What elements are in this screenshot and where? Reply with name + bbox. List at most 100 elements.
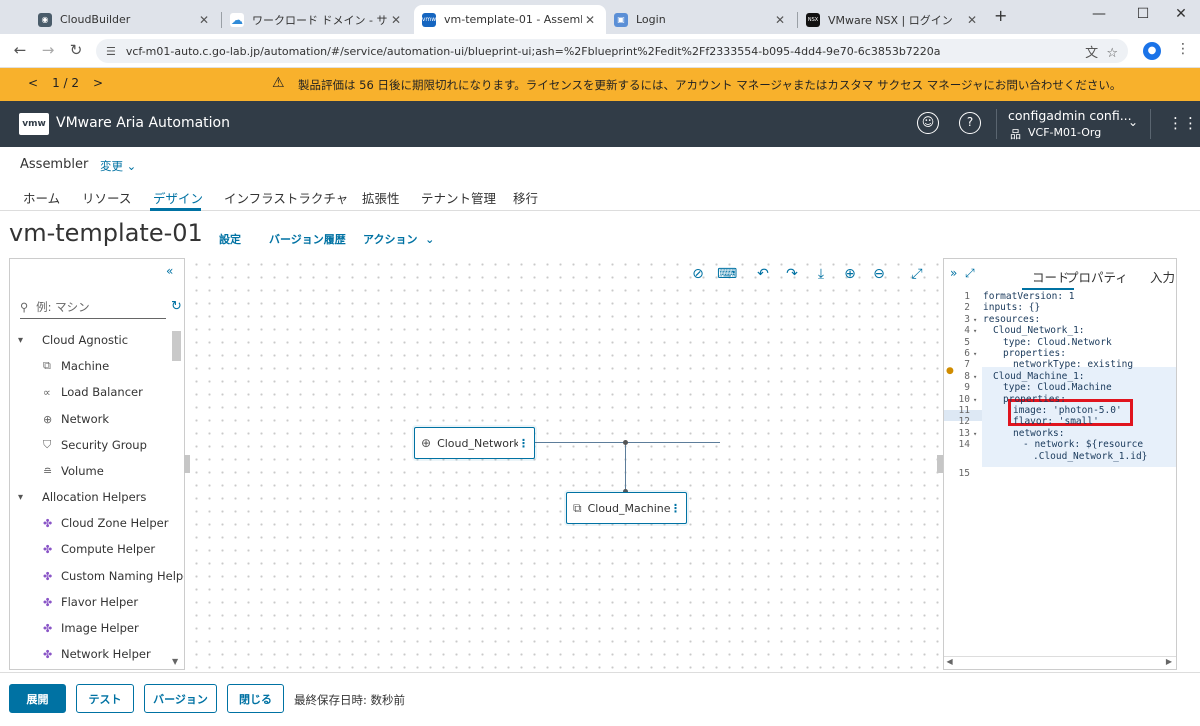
tab-design[interactable]: デザイン	[153, 188, 203, 207]
settings-link[interactable]: 設定	[219, 231, 241, 247]
category-allocation-helpers[interactable]: ▾ Allocation Helpers	[18, 487, 146, 507]
fold-chevron-icon[interactable]: ▾	[973, 373, 983, 381]
new-tab-button[interactable]: +	[994, 6, 1007, 25]
code-line[interactable]: 5 type: Cloud.Network	[944, 337, 1176, 349]
tab-migration[interactable]: 移行	[513, 188, 538, 207]
fold-chevron-icon[interactable]: ▾	[973, 430, 983, 438]
palette-item-security-group[interactable]: ⛉ Security Group	[43, 435, 147, 455]
code-line[interactable]: .Cloud_Network_1.id}	[944, 451, 1176, 463]
close-icon[interactable]: ✕	[964, 13, 980, 27]
test-button[interactable]: テスト	[76, 684, 134, 713]
close-icon[interactable]: ✕	[388, 13, 404, 27]
change-service-link[interactable]: 変更 ⌄	[100, 158, 136, 174]
node-menu-icon[interactable]: ⋮	[518, 437, 529, 450]
zoom-in-icon[interactable]: ⊕	[840, 266, 860, 282]
close-icon[interactable]: ✕	[582, 13, 598, 27]
palette-item-network[interactable]: ⊕ Network	[43, 409, 109, 429]
close-icon[interactable]: ✕	[196, 13, 212, 27]
deploy-button[interactable]: 展開	[9, 684, 66, 713]
palette-item-machine[interactable]: ⧉ Machine	[43, 356, 109, 376]
minimize-window-icon[interactable]: —	[1084, 6, 1114, 22]
user-name[interactable]: configadmin confi...	[1008, 108, 1132, 123]
code-line[interactable]: 13 ▾ networks:	[944, 428, 1176, 440]
feedback-smiley-icon[interactable]: ☺	[917, 112, 939, 134]
code-line[interactable]: 11 image: 'photon-5.0'	[944, 405, 1176, 417]
zoom-out-icon[interactable]: ⊖	[869, 266, 889, 282]
keyboard-icon[interactable]: ⌨	[717, 266, 737, 282]
palette-search-input[interactable]: ⚲ 例: マシン	[20, 299, 166, 319]
canvas-node-cloud-machine[interactable]: ⧉ Cloud_Machine_1 ⋮	[566, 492, 687, 524]
code-line[interactable]: 14 - network: ${resource	[944, 439, 1176, 451]
code-line[interactable]: 8 ▾ Cloud_Machine_1:	[944, 371, 1176, 383]
palette-item-image-helper[interactable]: ✤ Image Helper	[43, 618, 139, 638]
tab-home[interactable]: ホーム	[23, 188, 60, 207]
browser-tab-cloudbuilder[interactable]: ◉ CloudBuilder ✕	[30, 5, 220, 34]
code-line[interactable]: 10 ▾ properties:	[944, 394, 1176, 406]
profile-avatar-icon[interactable]: ●	[1143, 42, 1161, 60]
canvas-node-cloud-network[interactable]: ⊕ Cloud_Network_1 ⋮	[414, 427, 535, 459]
palette-item-volume[interactable]: ≘ Volume	[43, 461, 104, 481]
site-settings-icon[interactable]: ☰	[106, 45, 116, 58]
expand-panel-icons[interactable]: » ⤢	[950, 266, 975, 281]
palette-item-compute-helper[interactable]: ✤ Compute Helper	[43, 539, 155, 559]
banner-prev-button[interactable]: <	[28, 76, 38, 90]
code-line[interactable]: 7 networkType: existing	[944, 359, 1176, 371]
browser-tab-assembler[interactable]: vmw vm-template-01 - Assembler ✕	[414, 5, 606, 34]
redo-icon[interactable]: ↷	[782, 266, 802, 282]
translate-and-bookmark-icons[interactable]: 文 ☆	[1085, 42, 1118, 61]
version-button[interactable]: バージョン	[144, 684, 217, 713]
hide-connections-icon[interactable]: ⊘	[688, 266, 708, 282]
browser-tab-workload-domain[interactable]: ☁ ワークロード ドメイン - サマリ ✕	[222, 5, 412, 34]
category-cloud-agnostic[interactable]: ▾ Cloud Agnostic	[18, 330, 128, 350]
palette-item-load-balancer[interactable]: ∝ Load Balancer	[43, 382, 143, 402]
tab-extensibility[interactable]: 拡張性	[362, 188, 400, 207]
code-line[interactable]: 9 type: Cloud.Machine	[944, 382, 1176, 394]
close-icon[interactable]: ✕	[772, 13, 788, 27]
undo-icon[interactable]: ↶	[753, 266, 773, 282]
node-menu-icon[interactable]: ⋮	[670, 502, 681, 515]
app-launcher-grid-icon[interactable]: ⋮⋮⋮	[1168, 114, 1200, 132]
palette-item-flavor-helper[interactable]: ✤ Flavor Helper	[43, 592, 138, 612]
code-line[interactable]: 2 inputs: {}	[944, 302, 1176, 314]
forward-arrow-icon[interactable]: →	[38, 41, 58, 59]
tab-code[interactable]: コード	[1032, 267, 1070, 286]
design-canvas[interactable]: ⊘ ⌨ ↶ ↷ ⤓ ⊕ ⊖ ⤢ ⊕ Cloud_Network_1 ⋮ ⧉ Cl…	[190, 258, 939, 670]
expand-canvas-icon[interactable]: ⤢	[907, 266, 927, 282]
tab-properties[interactable]: プロパティ	[1066, 267, 1128, 286]
fold-chevron-icon[interactable]: ▾	[973, 396, 983, 404]
close-window-icon[interactable]: ✕	[1166, 6, 1196, 22]
tab-infrastructure[interactable]: インフラストラクチャ	[224, 188, 348, 207]
code-line[interactable]: 3 ▾ resources:	[944, 314, 1176, 326]
url-field[interactable]: ☰ vcf-m01-auto.c.go-lab.jp/automation/#/…	[96, 39, 1128, 63]
palette-scrollbar-thumb[interactable]	[172, 331, 181, 361]
collapse-panel-icon[interactable]: «	[166, 264, 173, 278]
browser-menu-icon[interactable]: ⋮	[1176, 41, 1190, 57]
tab-tenant-management[interactable]: テナント管理	[421, 188, 496, 207]
fold-chevron-icon[interactable]: ▾	[973, 316, 983, 324]
code-line[interactable]: 4 ▾ Cloud_Network_1:	[944, 325, 1176, 337]
palette-item-custom-naming-helper[interactable]: ✤ Custom Naming Helper	[43, 566, 184, 586]
version-history-link[interactable]: バージョン履歴	[269, 231, 346, 247]
organization-name[interactable]: VCF-M01-Org	[1028, 126, 1101, 139]
tab-inputs[interactable]: 入力	[1150, 267, 1175, 286]
yaml-code-editor[interactable]: ● 1 formatVersion: 1 2 inputs: {} 3 ▾ resource…	[944, 290, 1176, 656]
close-button[interactable]: 閉じる	[227, 684, 284, 713]
palette-item-cloud-zone-helper[interactable]: ✤ Cloud Zone Helper	[43, 513, 168, 533]
chevron-down-icon[interactable]: ⌄	[1128, 115, 1138, 129]
tab-resources[interactable]: リソース	[82, 188, 131, 207]
scroll-down-arrow-icon[interactable]: ▼	[172, 657, 178, 666]
actions-menu[interactable]: アクション ⌄	[363, 231, 434, 247]
code-line[interactable]: 15	[944, 468, 1176, 480]
reload-icon[interactable]: ↻	[66, 41, 86, 59]
maximize-window-icon[interactable]: ☐	[1128, 6, 1158, 22]
browser-tab-nsx[interactable]: NSX VMware NSX | ログイン ✕	[798, 5, 988, 34]
fold-chevron-icon[interactable]: ▾	[973, 350, 983, 358]
back-arrow-icon[interactable]: ←	[10, 41, 30, 59]
code-line[interactable]: 6 ▾ properties:	[944, 348, 1176, 360]
banner-next-button[interactable]: >	[93, 76, 103, 90]
refresh-icon[interactable]: ↻	[171, 299, 182, 314]
browser-tab-login[interactable]: ▣ Login ✕	[606, 5, 796, 34]
code-horizontal-scrollbar[interactable]: ◀ ▶	[944, 656, 1176, 669]
help-icon[interactable]: ?	[959, 112, 981, 134]
download-icon[interactable]: ⤓	[811, 266, 831, 282]
